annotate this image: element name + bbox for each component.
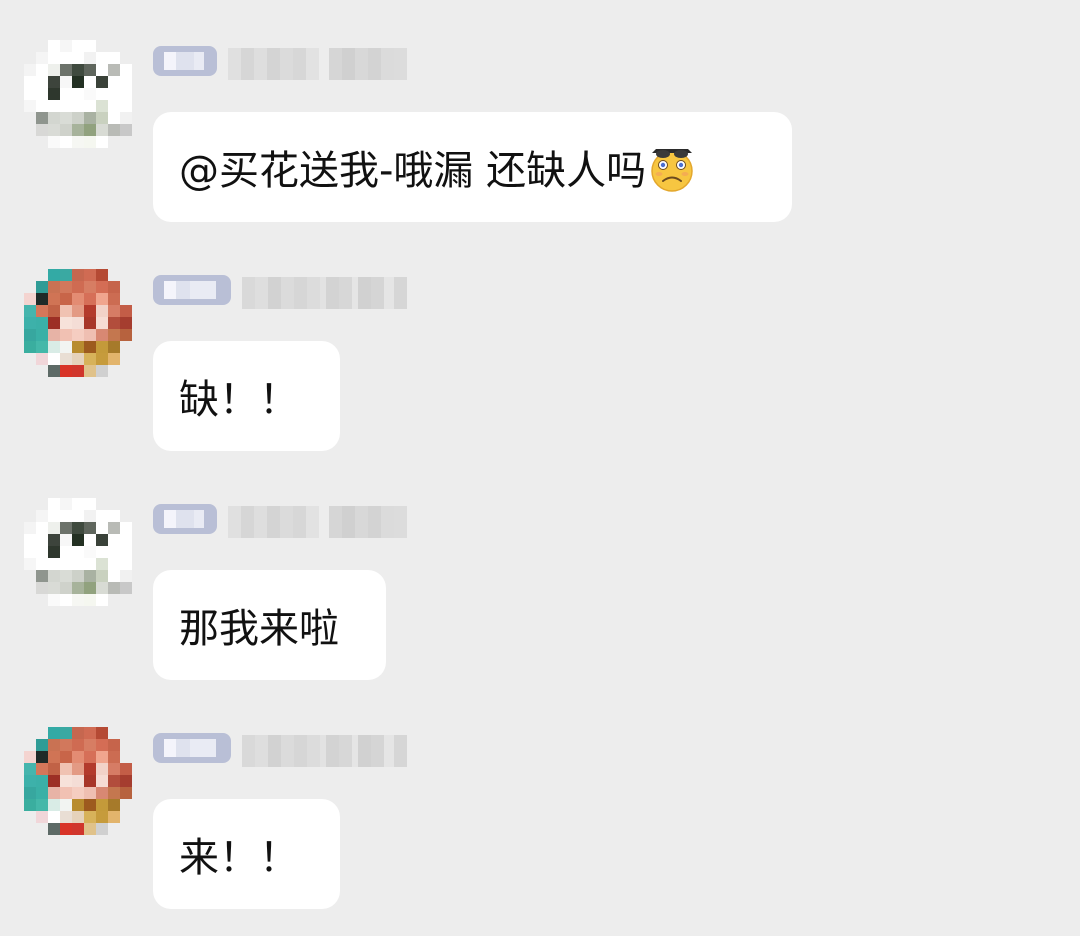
worried-face-emoji-icon [651, 149, 693, 192]
avatar[interactable] [24, 727, 132, 835]
avatar[interactable] [24, 40, 132, 148]
sender-name-redacted [228, 506, 407, 538]
sender-name-redacted [242, 277, 407, 309]
message-text: 来！！ [179, 835, 299, 881]
message-bubble[interactable]: 来！！ [153, 799, 340, 909]
message-text: @买花送我-哦漏 还缺人吗 [179, 148, 647, 194]
message-text: 那我来啦 [179, 606, 339, 652]
sender-name-redacted [228, 48, 407, 80]
sender-name-redacted [242, 735, 407, 767]
avatar[interactable] [24, 498, 132, 606]
member-tag [153, 275, 231, 305]
message-bubble[interactable]: 缺！！ [153, 341, 340, 451]
message-bubble[interactable]: @买花送我-哦漏 还缺人吗 [153, 112, 792, 222]
member-tag [153, 46, 217, 76]
member-tag [153, 733, 231, 763]
message-bubble[interactable]: 那我来啦 [153, 570, 386, 680]
avatar[interactable] [24, 269, 132, 377]
message-text: 缺！！ [179, 377, 299, 423]
member-tag [153, 504, 217, 534]
